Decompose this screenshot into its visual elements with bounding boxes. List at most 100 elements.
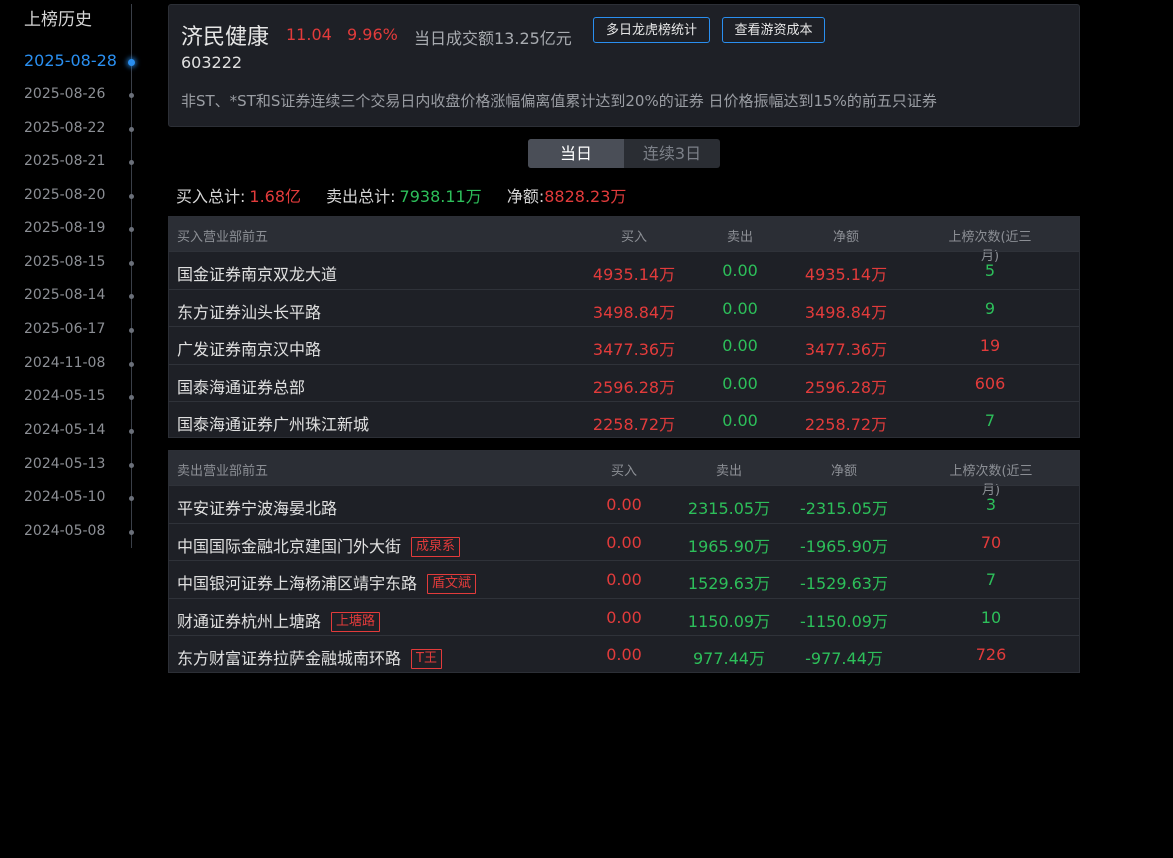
listing-reason: 非ST、*ST和S证券连续三个交易日内收盘价格涨幅偏离值累计达到20%的证券 日… [181, 92, 937, 110]
sell-seats-table: 卖出营业部前五 买入 卖出 净额 上榜次数(近三月) 平安证券宁波海晏北路 0.0… [168, 450, 1080, 673]
buy-total-value: 1.68亿 [249, 187, 302, 206]
count-cell: 9 [984, 298, 996, 318]
count-cell: 19 [979, 336, 1001, 355]
timeline-date-item[interactable]: 2024-05-14 [0, 419, 150, 443]
sell-cell: 0.00 [722, 373, 758, 393]
multi-day-stats-button[interactable]: 多日龙虎榜统计 [593, 17, 710, 43]
table-header: 卖出营业部前五 买入 卖出 净额 上榜次数(近三月) [169, 451, 1079, 498]
timeline-date-item[interactable]: 2025-08-20 [0, 184, 150, 208]
seat-name: 国金证券南京双龙大道 [177, 261, 337, 285]
summary-bar: 买入总计: 1.68亿 卖出总计: 7938.11万 净额:8828.23万 [176, 183, 626, 207]
table-row[interactable]: 国泰海通证券总部 2596.28万 0.00 2596.28万 606 [169, 363, 1079, 401]
trader-cost-button[interactable]: 查看游资成本 [722, 17, 825, 43]
header-buy: 买入 [620, 230, 648, 245]
stock-name: 济民健康 [181, 25, 270, 50]
sell-cell: 1529.63万 [687, 574, 771, 593]
net-cell: -977.44万 [805, 649, 883, 668]
timeline-date-item[interactable]: 2025-06-17 [0, 318, 150, 342]
timeline-date-label: 2025-08-14 [24, 287, 106, 303]
history-sidebar: 上榜历史 2025-08-28 2025-08-26 2025-08-22 2025-… [0, 0, 150, 560]
toggle-today[interactable]: 当日 [528, 139, 624, 168]
timeline-date-label: 2024-05-08 [24, 523, 106, 539]
table-row[interactable]: 国金证券南京双龙大道 4935.14万 0.00 4935.14万 5 [169, 251, 1079, 288]
seat-name-text: 国泰海通证券广州珠江新城 [177, 415, 370, 434]
header-sell: 卖出 [715, 464, 743, 479]
timeline-date-item[interactable]: 2024-05-10 [0, 486, 150, 510]
net-cell: -1150.09万 [800, 611, 888, 631]
table-row[interactable]: 东方财富证券拉萨金融城南环路 T王 0.00 977.44万 -977.44万 726 [169, 635, 1079, 672]
stock-change-percent: 9.96% [347, 25, 398, 44]
timeline-dot-icon [129, 429, 134, 434]
timeline-date-item[interactable]: 2024-11-08 [0, 352, 150, 376]
timeline-dot-icon [129, 328, 134, 333]
timeline-dot-icon [129, 227, 134, 232]
timeline-date-label: 2024-05-14 [24, 422, 106, 438]
seat-name-text: 平安证券宁波海晏北路 [177, 499, 338, 518]
sell-total-value: 7938.11万 [399, 187, 482, 206]
net-cell: -2315.05万 [800, 499, 888, 518]
header-seat: 卖出营业部前五 [177, 464, 269, 479]
buy-cell: 0.00 [606, 570, 642, 589]
table-row[interactable]: 东方证券汕头长平路 3498.84万 0.00 3498.84万 9 [169, 288, 1079, 326]
toggle-three-day[interactable]: 连续3日 [624, 139, 720, 168]
sell-cell: 2315.05万 [687, 499, 771, 518]
trader-tag-badge[interactable]: T王 [411, 649, 442, 669]
trader-tag-badge[interactable]: 成泉系 [411, 536, 461, 557]
sell-cell: 0.00 [722, 261, 758, 280]
timeline-date-item[interactable]: 2025-08-22 [0, 117, 150, 141]
count-cell: 7 [985, 570, 997, 589]
timeline-date-item[interactable]: 2024-05-08 [0, 520, 150, 544]
table-header: 买入营业部前五 买入 卖出 净额 上榜次数(近三月) [169, 217, 1079, 264]
buy-cell: 0.00 [606, 645, 642, 664]
seat-name: 东方财富证券拉萨金融城南环路 T王 [177, 645, 442, 669]
turnover-text: 当日成交额13.25亿元 [414, 29, 572, 48]
net-cell: 2258.72万 [804, 415, 888, 434]
seat-name: 平安证券宁波海晏北路 [177, 495, 337, 519]
timeline-date-item[interactable]: 2025-08-21 [0, 150, 150, 174]
timeline-date-item[interactable]: 2025-08-15 [0, 251, 150, 275]
seat-name-text: 东方财富证券拉萨金融城南环路 [177, 649, 402, 668]
table-row[interactable]: 中国国际金融北京建国门外大街 成泉系 0.00 1965.90万 -1965.90万 70 [169, 522, 1079, 560]
timeline-date-label: 2025-08-21 [24, 153, 106, 169]
buy-cell: 2596.28万 [592, 377, 676, 397]
timeline-dot-icon [129, 160, 134, 165]
table-row[interactable]: 国泰海通证券广州珠江新城 2258.72万 0.00 2258.72万 7 [169, 401, 1079, 438]
timeline-dot-icon [129, 261, 134, 266]
timeline-date-item[interactable]: 2025-08-19 [0, 217, 150, 241]
timeline-date-label: 2025-08-15 [24, 254, 106, 270]
table-row[interactable]: 中国银河证券上海杨浦区靖宇东路 盾文斌 0.00 1529.63万 -1529.63万 7 [169, 560, 1079, 597]
sell-cell: 1965.90万 [687, 536, 771, 556]
trader-tag-badge[interactable]: 上塘路 [331, 611, 381, 632]
stock-code: 603222 [181, 53, 243, 72]
seat-name-text: 国金证券南京双龙大道 [177, 265, 338, 284]
timeline-date-item[interactable]: 2024-05-13 [0, 453, 150, 477]
buy-cell: 2258.72万 [592, 415, 676, 434]
table-row[interactable]: 平安证券宁波海晏北路 0.00 2315.05万 -2315.05万 3 [169, 485, 1079, 522]
net-cell: 4935.14万 [804, 265, 888, 284]
table-row[interactable]: 财通证券杭州上塘路 上塘路 0.00 1150.09万 -1150.09万 10 [169, 597, 1079, 635]
count-cell: 7 [984, 411, 996, 430]
header-sell: 卖出 [726, 230, 754, 245]
header-net: 净额 [830, 464, 858, 479]
seat-name: 中国银河证券上海杨浦区靖宇东路 盾文斌 [177, 570, 477, 594]
stock-price: 11.04 [286, 25, 332, 44]
timeline-date-item[interactable]: 2024-05-15 [0, 385, 150, 409]
trader-tag-badge[interactable]: 盾文斌 [427, 574, 477, 594]
timeline-date-label: 2025-08-22 [24, 120, 106, 136]
timeline-dot-icon [128, 59, 135, 66]
timeline-date-label: 2025-06-17 [24, 321, 106, 337]
timeline-date-item[interactable]: 2025-08-26 [0, 83, 150, 107]
timeline-dot-icon [129, 530, 134, 535]
timeline-date-item[interactable]: 2025-08-28 [0, 50, 150, 74]
timeline-dot-icon [129, 294, 134, 299]
net-total-label: 净额: [506, 187, 545, 206]
count-cell: 606 [974, 373, 1006, 393]
count-cell: 5 [984, 261, 996, 280]
table-row[interactable]: 广发证券南京汉中路 3477.36万 0.00 3477.36万 19 [169, 326, 1079, 363]
sell-cell: 1150.09万 [687, 611, 771, 631]
seat-name: 国泰海通证券广州珠江新城 [177, 411, 369, 435]
timeline-date-label: 2025-08-28 [24, 51, 117, 70]
seat-name-text: 国泰海通证券总部 [177, 377, 306, 397]
header-buy: 买入 [610, 464, 638, 479]
timeline-date-item[interactable]: 2025-08-14 [0, 284, 150, 308]
